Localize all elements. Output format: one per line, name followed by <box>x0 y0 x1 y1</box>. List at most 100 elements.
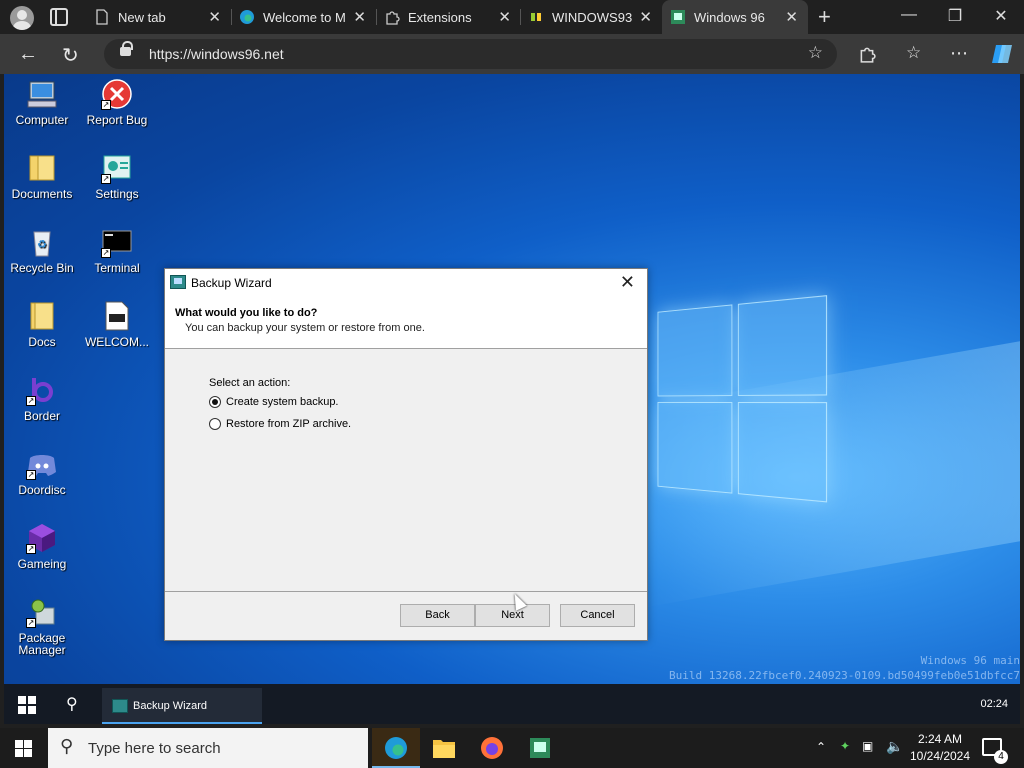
windows-start-icon[interactable] <box>15 740 32 757</box>
wizard-footer: Back Next Cancel <box>165 591 647 641</box>
radio-unselected-icon[interactable] <box>209 418 221 430</box>
error-icon: ↗ <box>101 78 133 110</box>
desktop-icon-settings[interactable]: ↗ Settings <box>79 152 155 200</box>
desktop-icon-welcome[interactable]: WELCOM... <box>79 300 155 348</box>
copilot-icon[interactable] <box>990 43 1014 65</box>
tab-windows96[interactable]: Windows 96 ✕ <box>662 0 808 34</box>
profile-avatar[interactable] <box>10 6 34 30</box>
radio-restore-zip[interactable]: Restore from ZIP archive. <box>209 416 509 432</box>
tab-new-tab[interactable]: New tab ✕ <box>86 0 231 34</box>
extensions-icon <box>386 11 400 25</box>
windows96-icon <box>671 10 685 24</box>
radio-create-backup[interactable]: Create system backup. <box>209 394 509 410</box>
build-info-line1: Windows 96 main <box>920 654 1020 667</box>
desktop-icon-border[interactable]: ↗ Border <box>4 374 80 422</box>
network-sync-icon[interactable]: ✦ <box>840 739 850 753</box>
desktop-icon-terminal[interactable]: ↗ Terminal <box>79 226 155 274</box>
notification-count-badge: 4 <box>994 750 1008 764</box>
favorite-star-icon[interactable]: ☆ <box>808 43 823 63</box>
border-app-icon: ↗ <box>26 374 58 406</box>
backup-wizard-icon <box>112 699 128 713</box>
radio-selected-icon[interactable] <box>209 396 221 408</box>
page-icon <box>96 9 108 25</box>
refresh-icon[interactable]: ↻ <box>62 43 79 68</box>
address-toolbar: ← ↻ https://windows96.net ☆ ☆ ⋯ <box>0 34 1024 74</box>
desktop-icon-gameing[interactable]: ↗ Gameing <box>4 522 80 570</box>
desktop-icon-docs[interactable]: Docs <box>4 300 80 348</box>
svg-text:♻: ♻ <box>37 238 47 251</box>
tab-close-icon[interactable]: ✕ <box>353 8 366 26</box>
wizard-heading: What would you like to do? <box>175 307 318 319</box>
url-text[interactable]: https://windows96.net <box>149 46 284 62</box>
w96-start-icon[interactable] <box>18 696 36 714</box>
desktop-icon-computer[interactable]: Computer <box>4 78 80 126</box>
tab-close-icon[interactable]: ✕ <box>498 8 511 26</box>
taskbar-app-file-explorer[interactable] <box>420 728 468 768</box>
desktop-icon-documents[interactable]: Documents <box>4 152 80 200</box>
shortcut-arrow-icon: ↗ <box>101 100 111 110</box>
taskbar-search[interactable]: ⚲ Type here to search <box>48 728 368 768</box>
close-window-icon[interactable]: ✕ <box>978 6 1024 26</box>
w96-taskbar: ⚲ Backup Wizard 02:24 <box>4 684 1020 724</box>
firefox-icon <box>481 737 503 759</box>
taskbar-app-edge[interactable] <box>372 728 420 768</box>
close-icon[interactable]: ✕ <box>620 272 635 293</box>
backup-wizard-window[interactable]: Backup Wizard ✕ What would you like to d… <box>164 268 648 641</box>
back-arrow-icon[interactable]: ← <box>18 43 38 66</box>
tab-title: New tab <box>118 10 166 25</box>
new-tab-button[interactable]: + <box>818 4 831 30</box>
wizard-titlebar[interactable]: Backup Wizard ✕ <box>165 269 647 297</box>
volume-icon[interactable]: 🔈 <box>886 738 903 755</box>
clock-date: 10/24/2024 <box>909 749 971 763</box>
more-options-icon[interactable]: ⋯ <box>950 43 968 64</box>
desktop-icon-package-manager[interactable]: ↗ Package Manager <box>4 596 80 656</box>
taskbar-app-firefox[interactable] <box>468 728 516 768</box>
wizard-title: Backup Wizard <box>191 276 272 290</box>
show-hidden-icons-chevron-icon[interactable]: ⌃ <box>816 740 826 754</box>
w96-task-backup-wizard[interactable]: Backup Wizard <box>102 688 262 724</box>
build-info-line2: Build 13268.22fbcef0.240923-0109.bd50499… <box>669 669 1020 682</box>
search-icon: ⚲ <box>60 736 74 756</box>
next-button[interactable]: Next <box>475 604 550 627</box>
taskbar-app-windows96[interactable] <box>516 728 564 768</box>
cube-game-icon: ↗ <box>26 522 58 554</box>
restore-icon[interactable]: ❐ <box>932 6 978 26</box>
tab-title: Windows 96 <box>694 10 765 25</box>
edge-icon <box>385 737 407 759</box>
windows96-icon <box>530 738 550 758</box>
w96-search-icon[interactable]: ⚲ <box>66 694 78 714</box>
tab-title: Extensions <box>408 10 472 25</box>
desktop-icon-report-bug[interactable]: ↗ Report Bug <box>79 78 155 126</box>
wizard-subheading: You can backup your system or restore fr… <box>185 322 425 334</box>
search-placeholder: Type here to search <box>88 740 221 757</box>
tab-extensions[interactable]: Extensions ✕ <box>376 0 521 34</box>
windows96-desktop[interactable]: Computer Documents ♻ Recycle Bin Docs ↗ … <box>4 74 1020 724</box>
back-button[interactable]: Back <box>400 604 475 627</box>
extensions-icon[interactable] <box>858 45 876 63</box>
address-bar[interactable]: https://windows96.net ☆ <box>104 39 837 69</box>
tab-windows93[interactable]: WINDOWS93 ✕ <box>520 0 662 34</box>
favorites-icon[interactable]: ☆ <box>906 43 921 63</box>
tab-close-icon[interactable]: ✕ <box>639 8 652 26</box>
minimize-icon[interactable]: — <box>886 6 932 24</box>
tab-actions-icon[interactable] <box>50 8 68 26</box>
taskbar-clock[interactable]: 2:24 AM 10/24/2024 <box>908 731 972 765</box>
desktop-icon-doordisc[interactable]: ↗ Doordisc <box>4 448 80 496</box>
tab-close-icon[interactable]: ✕ <box>208 8 221 26</box>
desktop-icon-recycle-bin[interactable]: ♻ Recycle Bin <box>4 226 80 274</box>
discord-icon: ↗ <box>26 448 58 480</box>
tab-welcome[interactable]: Welcome to Mi ✕ <box>231 0 376 34</box>
settings-icon: ↗ <box>101 152 133 184</box>
network-icon[interactable]: ▣ <box>862 739 873 753</box>
browser-tab-bar: New tab ✕ Welcome to Mi ✕ Extensions ✕ W… <box>0 0 1024 34</box>
edge-icon <box>240 10 254 24</box>
wizard-body: Select an action: Create system backup. … <box>165 350 647 588</box>
shortcut-arrow-icon: ↗ <box>26 544 36 554</box>
folder-icon <box>433 740 455 758</box>
lock-icon[interactable] <box>120 41 133 56</box>
backup-wizard-icon <box>170 275 186 289</box>
tab-close-icon[interactable]: ✕ <box>785 8 798 26</box>
wizard-header: What would you like to do? You can backu… <box>165 297 647 349</box>
shortcut-arrow-icon: ↗ <box>26 618 36 628</box>
cancel-button[interactable]: Cancel <box>560 604 635 627</box>
